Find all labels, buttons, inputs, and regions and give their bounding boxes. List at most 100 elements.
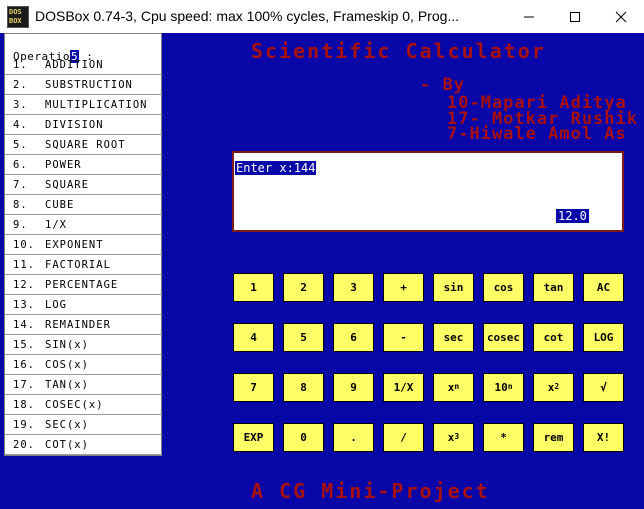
key-label: *	[500, 431, 507, 444]
menu-item-label: CUBE	[45, 199, 75, 211]
key-button[interactable]: √	[583, 373, 624, 402]
key-button[interactable]: sin	[433, 273, 474, 302]
key-label: cos	[493, 281, 514, 294]
menu-item[interactable]: 16. COS(x)	[5, 355, 162, 375]
key-button[interactable]: 2	[283, 273, 324, 302]
key-button[interactable]: AC	[583, 273, 624, 302]
menu-item[interactable]: 15. SIN(x)	[5, 335, 162, 355]
key-button[interactable]: cot	[533, 323, 574, 352]
result-value: 12.0	[556, 209, 589, 223]
key-button[interactable]: 0	[283, 423, 324, 452]
menu-item-label: LOG	[45, 299, 67, 311]
menu-item-label: POWER	[45, 159, 82, 171]
menu-item[interactable]: 13. LOG	[5, 295, 162, 315]
key-label: tan	[543, 281, 564, 294]
menu-item-label: SUBSTRUCTION	[45, 79, 133, 91]
key-button[interactable]: X!	[583, 423, 624, 452]
menu-item-label: MULTIPLICATION	[45, 99, 148, 111]
key-button[interactable]: cos	[483, 273, 524, 302]
key-button[interactable]: x2	[533, 373, 574, 402]
key-button[interactable]: 5	[283, 323, 324, 352]
menu-item-number: 1.	[13, 59, 28, 71]
key-button[interactable]: 3	[333, 273, 374, 302]
menu-item[interactable]: 20. COT(x)	[5, 435, 162, 455]
menu-item-number: 3.	[13, 99, 28, 111]
menu-item-label: ADDITION	[45, 59, 104, 71]
menu-item-number: 8.	[13, 199, 28, 211]
key-button[interactable]: -	[383, 323, 424, 352]
key-button[interactable]: 1	[233, 273, 274, 302]
menu-item[interactable]: 10. EXPONENT	[5, 235, 162, 255]
key-button[interactable]: tan	[533, 273, 574, 302]
menu-item[interactable]: 12. PERCENTAGE	[5, 275, 162, 295]
key-label: EXP	[243, 431, 264, 444]
menu-item[interactable]: 14. REMAINDER	[5, 315, 162, 335]
menu-item-number: 9.	[13, 219, 28, 231]
key-button[interactable]: EXP	[233, 423, 274, 452]
key-button[interactable]: 7	[233, 373, 274, 402]
dosbox-icon[interactable]: DOS BOX	[7, 6, 29, 28]
input-prompt: Enter x:144	[235, 161, 317, 175]
menu-item[interactable]: 6. POWER	[5, 155, 162, 175]
key-label: 4	[250, 331, 257, 344]
key-label: -	[400, 331, 407, 344]
menu-item-number: 5.	[13, 139, 28, 151]
key-button[interactable]: .	[333, 423, 374, 452]
minimize-button[interactable]	[506, 0, 552, 33]
key-button[interactable]: /	[383, 423, 424, 452]
menu-item[interactable]: 2. SUBSTRUCTION	[5, 75, 162, 95]
key-button[interactable]: xn	[433, 373, 474, 402]
menu-item[interactable]: 9. 1/X	[5, 215, 162, 235]
icon-text-bottom: BOX	[9, 17, 22, 25]
menu-item-label: COSEC(x)	[45, 399, 104, 411]
close-icon	[615, 11, 627, 22]
menu-item-label: TAN(x)	[45, 379, 89, 391]
key-superscript: n	[507, 382, 513, 391]
key-label: 6	[350, 331, 357, 344]
menu-item-label: SIN(x)	[45, 339, 89, 351]
menu-item[interactable]: 19. SEC(x)	[5, 415, 162, 435]
key-button[interactable]: x3	[433, 423, 474, 452]
menu-item[interactable]: 4. DIVISION	[5, 115, 162, 135]
menu-item-label: COS(x)	[45, 359, 89, 371]
key-button[interactable]: 4	[233, 323, 274, 352]
menu-item-number: 10.	[13, 239, 35, 251]
key-label: 5	[300, 331, 307, 344]
maximize-button[interactable]	[552, 0, 598, 33]
icon-text-top: DOS	[9, 8, 22, 16]
footer-title: A CG Mini-Project	[251, 479, 490, 503]
key-button[interactable]: rem	[533, 423, 574, 452]
key-button[interactable]: 6	[333, 323, 374, 352]
menu-item[interactable]: 3. MULTIPLICATION	[5, 95, 162, 115]
key-button[interactable]: LOG	[583, 323, 624, 352]
menu-item[interactable]: 5. SQUARE ROOT	[5, 135, 162, 155]
menu-item-label: SQUARE ROOT	[45, 139, 126, 151]
key-button[interactable]: 10 n	[483, 373, 524, 402]
menu-item[interactable]: 17. TAN(x)	[5, 375, 162, 395]
menu-item[interactable]: 11. FACTORIAL	[5, 255, 162, 275]
menu-item-label: COT(x)	[45, 439, 89, 451]
key-label: 2	[300, 281, 307, 294]
key-button[interactable]: cosec	[483, 323, 524, 352]
key-superscript: 3	[454, 432, 460, 441]
operations-menu: Operatio5 : 1. ADDITION 2. SUBSTRUCTION 3. MU…	[4, 33, 162, 456]
key-label: 1/X	[393, 381, 414, 394]
menu-item[interactable]: 7. SQUARE	[5, 175, 162, 195]
key-label: +	[400, 281, 407, 294]
close-button[interactable]	[598, 0, 644, 33]
menu-item-label: DIVISION	[45, 119, 104, 131]
key-label: .	[350, 431, 357, 444]
menu-item[interactable]: 8. CUBE	[5, 195, 162, 215]
key-button[interactable]: 9	[333, 373, 374, 402]
key-button[interactable]: 8	[283, 373, 324, 402]
key-label: /	[400, 431, 407, 444]
menu-item[interactable]: 1. ADDITION	[5, 55, 162, 75]
key-button[interactable]: *	[483, 423, 524, 452]
key-button[interactable]: 1/X	[383, 373, 424, 402]
dos-screen[interactable]: Operatio5 : 1. ADDITION 2. SUBSTRUCTION 3. MU…	[0, 33, 644, 509]
title-bar: DOS BOX DOSBox 0.74-3, Cpu speed: max 10…	[0, 0, 644, 33]
key-button[interactable]: +	[383, 273, 424, 302]
menu-item[interactable]: 18. COSEC(x)	[5, 395, 162, 415]
key-button[interactable]: sec	[433, 323, 474, 352]
key-label: 8	[300, 381, 307, 394]
